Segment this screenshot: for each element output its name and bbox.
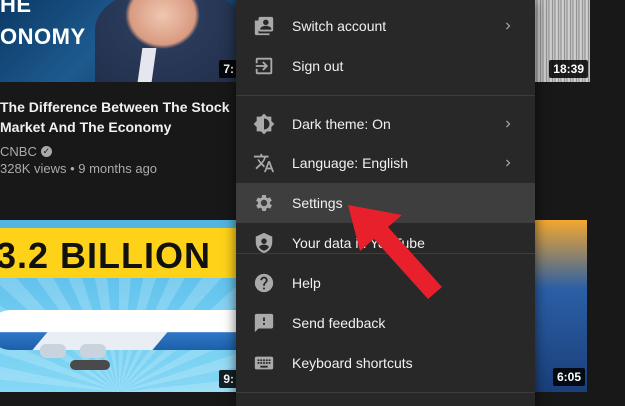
switch-account-icon bbox=[253, 15, 275, 37]
account-dropdown-menu: Switch account Sign out Dark theme: On L… bbox=[236, 0, 535, 406]
menu-divider bbox=[236, 95, 535, 96]
chevron-right-icon bbox=[501, 156, 515, 170]
language-icon bbox=[253, 152, 275, 174]
menu-item-help[interactable]: Help bbox=[236, 263, 535, 303]
menu-item-send-feedback[interactable]: Send feedback bbox=[236, 303, 535, 343]
thumbnail-airplane-engine bbox=[40, 344, 66, 358]
thumbnail-banner: 3.2 BILLION bbox=[0, 228, 238, 278]
menu-item-label: Settings bbox=[292, 195, 343, 211]
menu-item-label: Your data in YouTube bbox=[292, 235, 425, 251]
video-meta: 328K views • 9 months ago bbox=[0, 161, 158, 176]
channel-name[interactable]: CNBC ✓ bbox=[0, 144, 52, 159]
video-thumbnail[interactable]: HE ONOMY 7: bbox=[0, 0, 238, 82]
menu-item-label: Help bbox=[292, 275, 321, 291]
menu-item-label: Language: English bbox=[292, 155, 408, 171]
thumbnail-airplane-wheels bbox=[70, 360, 110, 370]
menu-item-label: Dark theme: On bbox=[292, 116, 391, 132]
feedback-icon bbox=[253, 312, 275, 334]
dark-theme-icon bbox=[253, 113, 275, 135]
menu-item-sign-out[interactable]: Sign out bbox=[236, 46, 535, 86]
video-thumbnail[interactable]: 3.2 BILLION 9: bbox=[0, 220, 238, 392]
video-duration: 18:39 bbox=[549, 60, 588, 78]
verified-check-icon: ✓ bbox=[40, 146, 52, 157]
chevron-right-icon bbox=[501, 19, 515, 33]
youtube-page: HE ONOMY 7: 18:39 The Difference Between… bbox=[0, 0, 625, 406]
menu-item-dark-theme[interactable]: Dark theme: On bbox=[236, 104, 535, 144]
settings-gear-icon bbox=[253, 192, 275, 214]
menu-item-label: Switch account bbox=[292, 18, 387, 34]
help-icon bbox=[253, 272, 275, 294]
menu-item-label: Send feedback bbox=[292, 315, 386, 331]
video-duration: 6:05 bbox=[552, 368, 585, 386]
thumbnail-airplane-engine bbox=[80, 344, 106, 358]
video-title[interactable]: The Difference Between The Stock Market … bbox=[0, 97, 236, 137]
sign-out-icon bbox=[253, 55, 275, 77]
menu-item-switch-account[interactable]: Switch account bbox=[236, 6, 535, 46]
menu-divider bbox=[236, 253, 535, 254]
thumbnail-headline: HE ONOMY bbox=[0, 0, 86, 49]
video-thumbnail[interactable]: 6:05 bbox=[535, 220, 587, 392]
menu-item-keyboard-shortcuts[interactable]: Keyboard shortcuts bbox=[236, 343, 535, 383]
menu-item-settings[interactable]: Settings bbox=[236, 183, 535, 223]
chevron-right-icon bbox=[501, 117, 515, 131]
your-data-shield-icon bbox=[253, 232, 275, 254]
menu-item-label: Keyboard shortcuts bbox=[292, 355, 413, 371]
thumbnail-person bbox=[95, 0, 238, 82]
video-thumbnail[interactable]: 18:39 bbox=[535, 0, 590, 82]
menu-divider bbox=[236, 392, 535, 393]
keyboard-icon bbox=[253, 352, 275, 374]
menu-item-language[interactable]: Language: English bbox=[236, 143, 535, 183]
menu-item-label: Sign out bbox=[292, 58, 344, 74]
menu-item-your-data[interactable]: Your data in YouTube bbox=[236, 223, 535, 263]
